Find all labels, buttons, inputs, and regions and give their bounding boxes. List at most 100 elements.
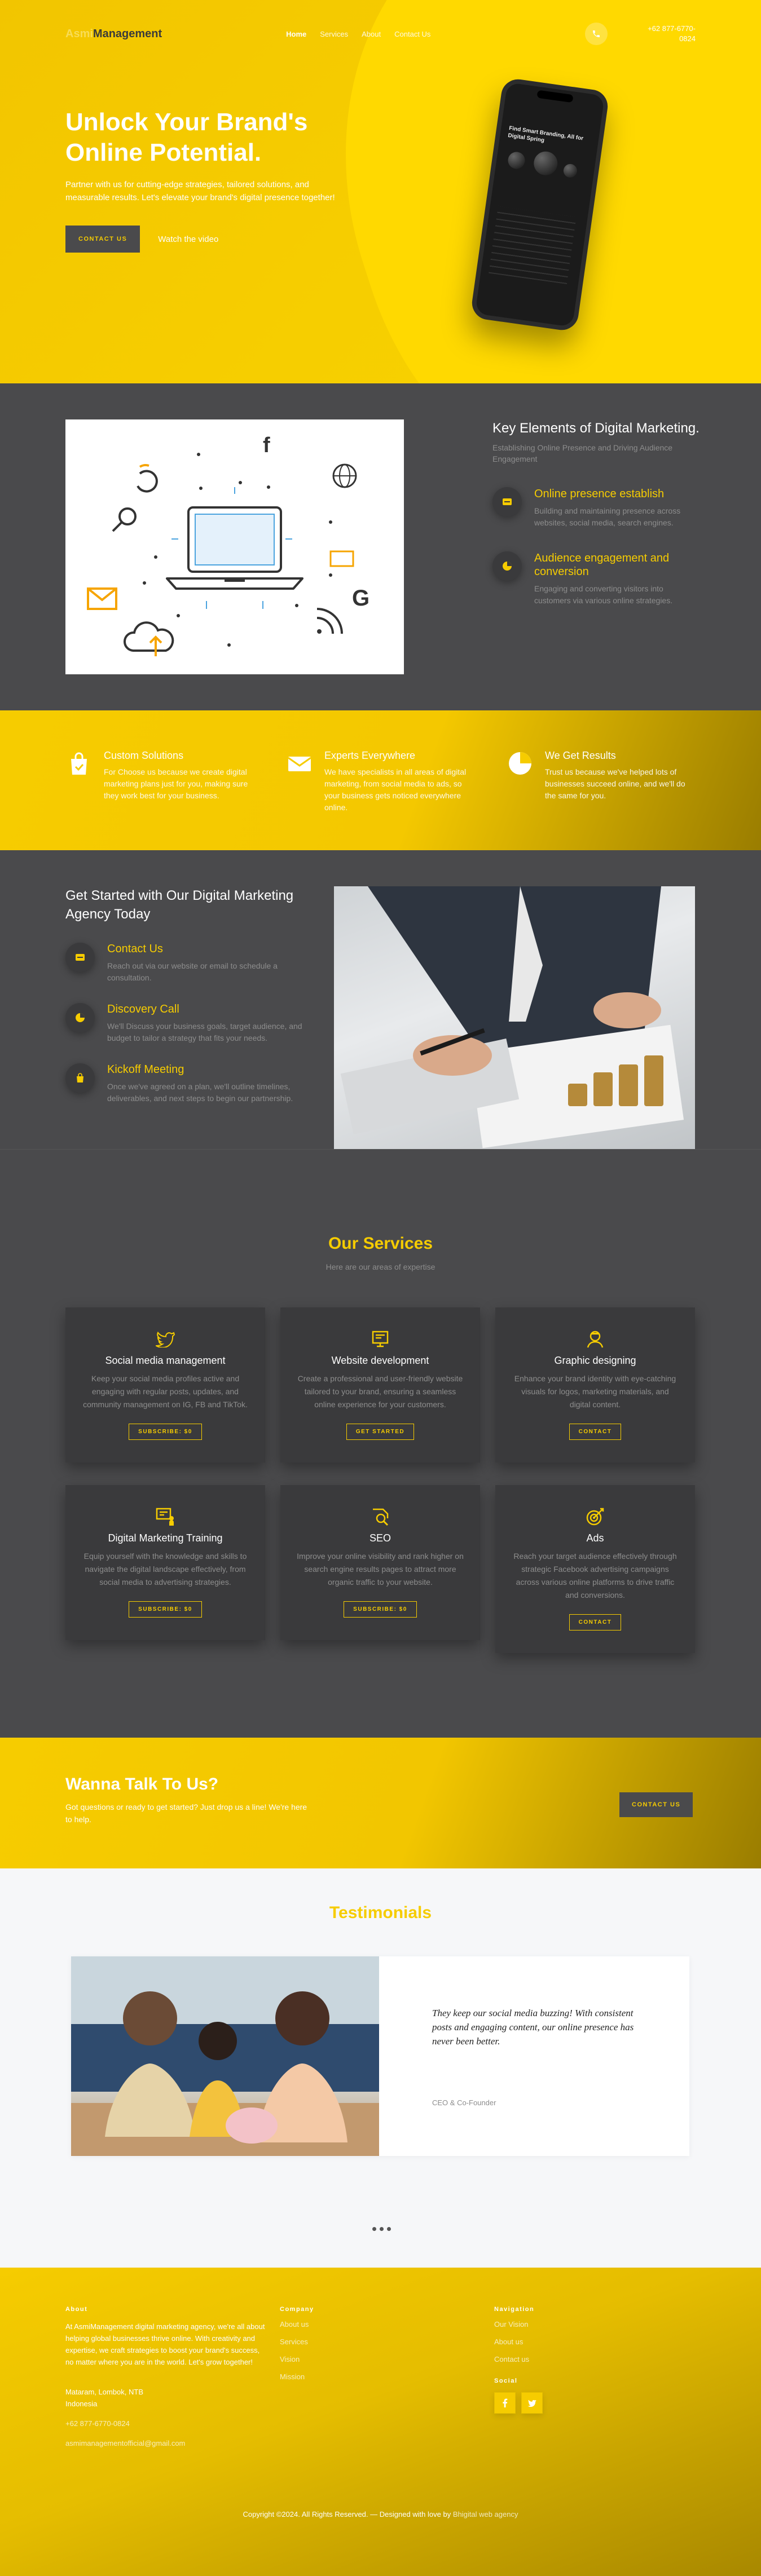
phone-icon[interactable] — [585, 23, 608, 45]
service-button[interactable]: Contact — [569, 1424, 622, 1440]
service-button[interactable]: Get Started — [346, 1424, 415, 1440]
footer-link[interactable]: Services — [280, 2336, 449, 2348]
footer-heading: About — [65, 2306, 88, 2313]
finance-photo — [334, 886, 695, 1159]
nav-link-contact[interactable]: Contact Us — [394, 30, 430, 38]
feature-text: Engaging and converting visitors into cu… — [534, 584, 673, 605]
search-icon — [112, 507, 137, 532]
services-section: Our Services Here are our areas of exper… — [0, 1149, 761, 1738]
footer-link[interactable]: Mission — [280, 2371, 449, 2383]
testimonial-author: CEO & Co-Founder — [432, 2098, 496, 2107]
step-kickoff: Kickoff Meeting Once we've agreed on a pl… — [65, 1063, 302, 1104]
service-button[interactable]: Subscribe: $0 — [344, 1601, 417, 1618]
service-card: Social media management Keep your social… — [65, 1307, 265, 1462]
carousel-dots[interactable] — [372, 2227, 391, 2231]
carousel-dot[interactable] — [372, 2227, 376, 2231]
footer-link[interactable]: About us — [280, 2318, 449, 2330]
shopping-bag-icon — [65, 1063, 95, 1093]
credit-link[interactable]: Bhigital web agency — [453, 2510, 518, 2518]
footer-address: Mataram, Lombok, NTB Indonesia — [65, 2388, 143, 2408]
footer-phone[interactable]: +62 877-6770-0824 — [65, 2418, 269, 2429]
monitor-icon — [296, 1329, 464, 1349]
footer-heading: Navigation — [494, 2306, 535, 2313]
footer-link[interactable]: Vision — [280, 2353, 449, 2365]
get-started-content: Get Started with Our Digital Marketing A… — [65, 886, 302, 1104]
envelope-icon — [288, 757, 311, 771]
pie-chart-icon — [492, 551, 522, 581]
feature-online-presence: Online presence establish Building and ma… — [492, 487, 701, 529]
chat-icon — [329, 550, 354, 567]
key-elements-subtitle: Establishing Online Presence and Driving… — [492, 443, 673, 463]
carousel-dot[interactable] — [380, 2227, 384, 2231]
footer-link[interactable]: Contact us — [494, 2353, 663, 2365]
hero-contact-button[interactable]: Contact Us — [65, 226, 140, 253]
service-card: Website development Create a professiona… — [280, 1307, 480, 1462]
twitter-icon[interactable] — [521, 2392, 543, 2414]
feature-text: Building and maintaining presence across… — [534, 506, 681, 527]
pie-chart-icon — [509, 752, 531, 775]
footer: About At AsmiManagement digital marketin… — [0, 2268, 761, 2576]
copyright-text: Copyright ©2024. All Rights Reserved. — … — [243, 2510, 451, 2518]
services-title: Our Services — [328, 1234, 433, 1253]
footer-about-text: At AsmiManagement digital marketing agen… — [65, 2322, 265, 2366]
hero-section: AsmiManagement Home Services About Conta… — [0, 0, 761, 383]
services-grid: Social media management Keep your social… — [65, 1307, 695, 1653]
step-title: Kickoff Meeting — [107, 1063, 184, 1076]
service-card: SEO Improve your online visibility and r… — [280, 1485, 480, 1640]
service-button[interactable]: Subscribe: $0 — [129, 1424, 202, 1440]
top-nav: AsmiManagement Home Services About Conta… — [65, 23, 696, 45]
phone-screen-sphere — [532, 150, 560, 177]
service-button[interactable]: Contact — [569, 1614, 622, 1631]
google-icon: G — [352, 586, 369, 611]
service-text: Improve your online visibility and rank … — [297, 1552, 464, 1587]
cloud-upload-icon — [124, 621, 174, 656]
get-started-section: Get Started with Our Digital Marketing A… — [0, 850, 761, 1159]
footer-email[interactable]: asmimanagementofficial@gmail.com — [65, 2437, 269, 2449]
nav-links: Home Services About Contact Us — [286, 30, 430, 38]
training-icon — [81, 1506, 249, 1527]
footer-about: About At AsmiManagement digital marketin… — [65, 2306, 269, 2449]
mail-icon — [87, 587, 117, 610]
benefit-text: Trust us because we've helped lots of bu… — [545, 767, 685, 800]
cta-text: Got questions or ready to get started? J… — [65, 1802, 307, 1824]
footer-link[interactable]: About us — [494, 2336, 663, 2348]
service-title: SEO — [369, 1532, 391, 1544]
cta-contact-button[interactable]: Contact Us — [619, 1792, 693, 1817]
get-started-title: Get Started with Our Digital Marketing A… — [65, 888, 294, 922]
step-title: Contact Us — [107, 943, 163, 955]
nav-link-services[interactable]: Services — [320, 30, 348, 38]
service-text: Keep your social media profiles active a… — [83, 1374, 248, 1409]
logo[interactable]: AsmiManagement — [65, 28, 162, 41]
nav-link-about[interactable]: About — [362, 30, 381, 38]
cta-title: Wanna Talk To Us? — [65, 1775, 219, 1793]
feature-audience-engagement: Audience engagement and conversion Engagi… — [492, 551, 701, 607]
header-phone-number[interactable]: +62 877-6770-0824 — [634, 24, 696, 44]
benefit-text: We have specialists in all areas of digi… — [324, 767, 467, 812]
step-title: Discovery Call — [107, 1003, 179, 1015]
target-icon — [511, 1506, 679, 1527]
nav-link-home[interactable]: Home — [286, 30, 306, 38]
refresh-icon — [137, 463, 158, 493]
testimonials-title: Testimonials — [329, 1903, 432, 1922]
benefit-custom-solutions: Custom Solutions For Choose us because we… — [65, 750, 254, 850]
key-elements-title: Key Elements of Digital Marketing. — [492, 421, 700, 436]
key-elements-content: Key Elements of Digital Marketing. Estab… — [492, 419, 701, 607]
benefit-experts-everywhere: Experts Everywhere We have specialists in… — [286, 750, 475, 850]
service-text: Equip yourself with the knowledge and sk… — [83, 1552, 247, 1587]
family-photo — [71, 1956, 379, 2156]
phone-screen-title: Find Smart Branding, All for Digital Spr… — [507, 125, 584, 144]
rss-icon — [316, 608, 343, 634]
step-text: Reach out via our website or email to sc… — [107, 961, 278, 982]
testimonial-quote: They keep our social media buzzing! With… — [432, 2008, 634, 2047]
laptop-icon — [166, 506, 303, 590]
service-button[interactable]: Subscribe: $0 — [129, 1601, 202, 1618]
carousel-dot[interactable] — [387, 2227, 391, 2231]
service-title: Graphic designing — [554, 1355, 636, 1366]
designer-icon — [511, 1329, 679, 1349]
footer-heading: Social — [494, 2378, 518, 2384]
card-icon — [65, 943, 95, 972]
facebook-icon[interactable] — [494, 2392, 516, 2414]
social-links — [494, 2392, 663, 2414]
watch-video-link[interactable]: Watch the video — [158, 235, 218, 244]
footer-link[interactable]: Our Vision — [494, 2318, 663, 2330]
